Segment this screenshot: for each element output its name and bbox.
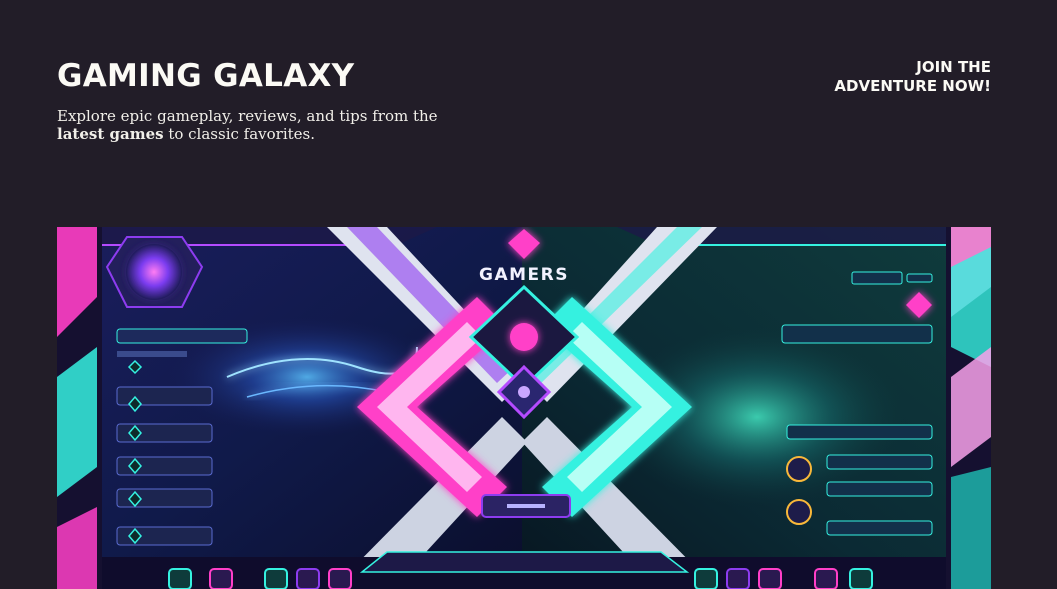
hero-image: GAMERS [57,227,991,589]
tagline-highlight: latest games [57,125,164,143]
site-title: GAMING GALAXY [57,58,355,94]
join-adventure-link[interactable]: JOIN THE ADVENTURE NOW! [831,58,991,95]
gaming-dashboard-illustration: GAMERS [57,227,991,589]
tagline-text-end: to classic favorites. [163,125,315,143]
tagline-text-start: Explore epic gameplay, reviews, and tips… [57,107,438,125]
hero-logo-text: GAMERS [479,265,569,285]
site-tagline: Explore epic gameplay, reviews, and tips… [57,107,457,143]
